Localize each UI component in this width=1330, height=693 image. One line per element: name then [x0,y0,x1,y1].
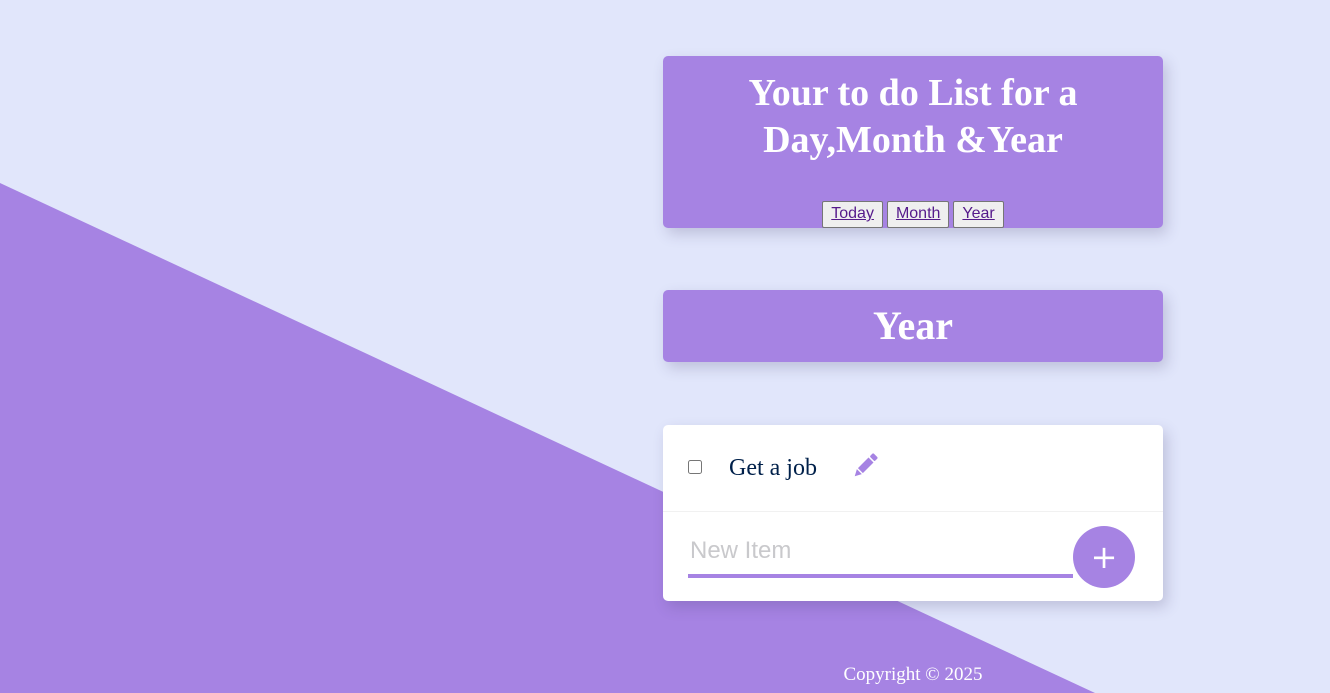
year-button[interactable]: Year [953,201,1004,228]
month-button[interactable]: Month [886,201,950,228]
period-nav: Today Month Year [663,201,1163,228]
today-button[interactable]: Today [822,201,883,228]
list-item: Get a job [663,425,1163,512]
page-title: Your to do List for a Day,Month &Year [748,72,1078,161]
item-text: Get a job [729,455,817,481]
list-heading: Year [873,303,953,348]
new-item-form: + [663,512,1163,601]
footer: Copyright © 2025 [663,663,1163,687]
pencil-icon[interactable] [850,451,880,481]
item-checkbox[interactable] [688,460,702,474]
title-card: Your to do List for a Day,Month &Year To… [663,56,1163,228]
copyright-text: Copyright © 2025 [843,664,983,685]
new-item-input[interactable] [688,528,1073,578]
todo-list-card: Get a job + [663,425,1163,601]
add-item-button[interactable]: + [1073,526,1135,588]
list-heading-card: Year [663,290,1163,362]
